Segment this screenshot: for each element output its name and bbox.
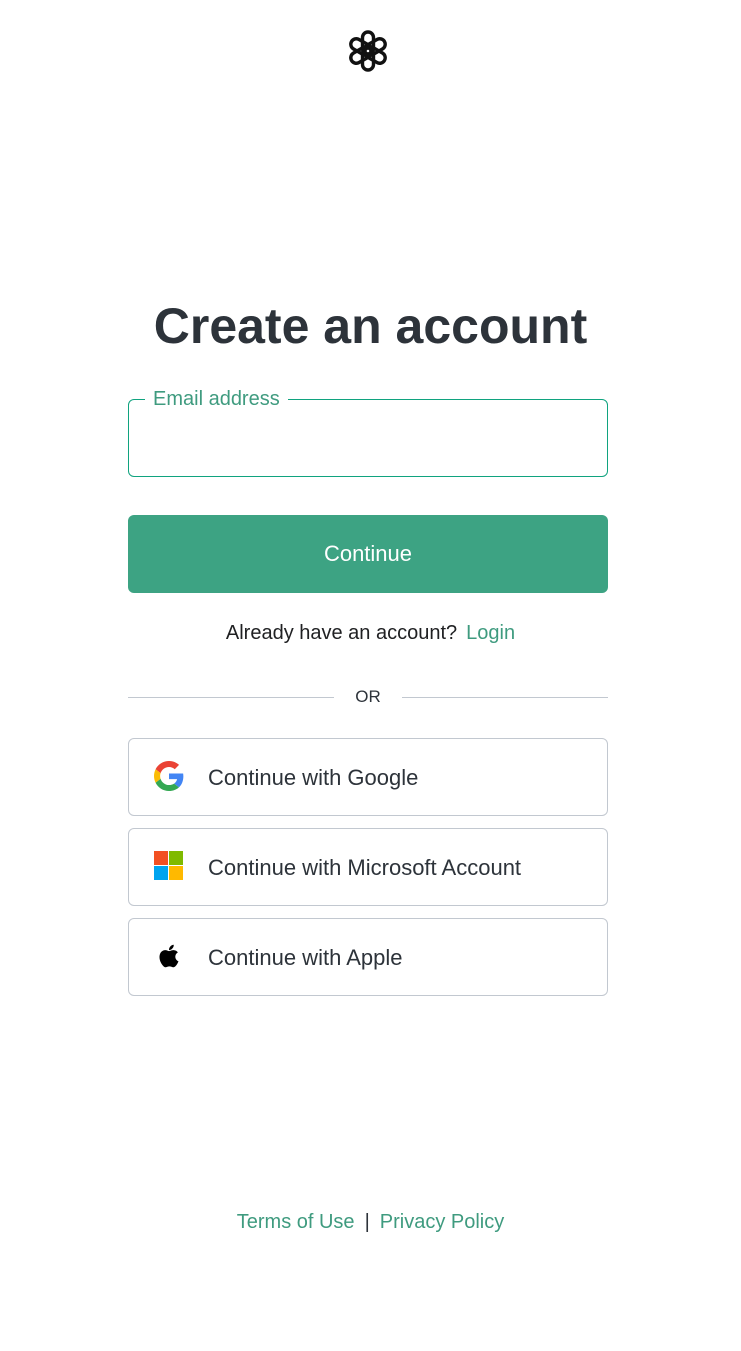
email-label: Email address — [145, 387, 288, 411]
google-button-label: Continue with Google — [208, 765, 419, 790]
continue-with-google-button[interactable]: Continue with Google — [128, 738, 608, 816]
login-prompt-text: Already have an account? — [225, 622, 458, 644]
login-prompt: Already have an account? Login — [0, 621, 741, 645]
continue-with-microsoft-button[interactable]: Continue with Microsoft Account — [128, 828, 608, 906]
signup-page: Create an account Email address Continue… — [0, 0, 741, 1351]
page-title: Create an account — [153, 298, 588, 354]
footer-separator: | — [364, 1211, 370, 1233]
continue-button[interactable]: Continue — [128, 515, 608, 593]
microsoft-icon — [154, 851, 184, 881]
apple-icon — [154, 941, 184, 971]
privacy-policy-link[interactable]: Privacy Policy — [380, 1211, 504, 1233]
apple-button-label: Continue with Apple — [208, 945, 403, 970]
google-icon — [154, 761, 184, 791]
email-field-container: Email address — [128, 387, 608, 477]
or-divider-label: OR — [355, 687, 381, 706]
terms-of-use-link[interactable]: Terms of Use — [237, 1211, 355, 1233]
footer-links: Terms of Use | Privacy Policy — [0, 1209, 741, 1235]
divider-line-right — [402, 697, 608, 698]
divider-line-left — [128, 697, 334, 698]
openai-logo-icon — [344, 27, 392, 75]
microsoft-button-label: Continue with Microsoft Account — [208, 855, 522, 880]
email-input[interactable] — [129, 400, 607, 476]
continue-with-apple-button[interactable]: Continue with Apple — [128, 918, 608, 996]
login-link[interactable]: Login — [466, 622, 515, 644]
